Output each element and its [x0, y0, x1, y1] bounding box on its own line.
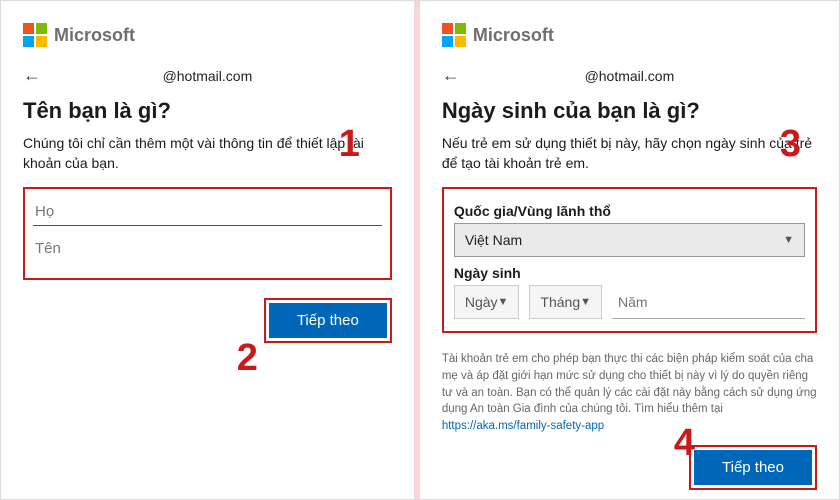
next-button-highlight: Tiếp theo	[689, 445, 817, 490]
microsoft-logo-icon	[442, 23, 466, 47]
year-input[interactable]	[612, 285, 805, 319]
chevron-down-icon: ▼	[783, 234, 794, 246]
account-email: @hotmail.com	[23, 68, 392, 84]
lastname-input[interactable]	[33, 195, 382, 226]
microsoft-logo-icon	[23, 23, 47, 47]
dob-row: Ngày ▼ Tháng ▼	[454, 285, 805, 319]
chevron-down-icon: ▼	[580, 296, 591, 308]
birthdate-panel: Microsoft ← @hotmail.com Ngày sinh của b…	[420, 1, 839, 499]
brand-text: Microsoft	[54, 25, 135, 46]
two-panel-container: Microsoft ← @hotmail.com Tên bạn là gì? …	[0, 0, 840, 500]
name-entry-panel: Microsoft ← @hotmail.com Tên bạn là gì? …	[1, 1, 414, 499]
page-title: Tên bạn là gì?	[23, 98, 392, 124]
birthdate-fields-group: Quốc gia/Vùng lãnh thổ Việt Nam ▼ Ngày s…	[442, 187, 817, 333]
nav-row: ← @hotmail.com	[23, 65, 392, 86]
name-fields-group	[23, 187, 392, 280]
brand-text: Microsoft	[473, 25, 554, 46]
dob-label: Ngày sinh	[454, 265, 805, 281]
page-title: Ngày sinh của bạn là gì?	[442, 98, 817, 124]
country-label: Quốc gia/Vùng lãnh thổ	[454, 203, 805, 219]
nav-row: ← @hotmail.com	[442, 65, 817, 86]
child-account-notice: Tài khoản trẻ em cho phép bạn thực thi c…	[442, 351, 817, 434]
next-button[interactable]: Tiếp theo	[694, 450, 812, 485]
annotation-marker-2: 2	[237, 337, 258, 380]
next-button-highlight: Tiếp theo	[264, 298, 392, 343]
page-subtitle: Nếu trẻ em sử dụng thiết bị này, hãy chọ…	[442, 134, 817, 173]
country-select[interactable]: Việt Nam ▼	[454, 223, 805, 257]
month-select[interactable]: Tháng ▼	[529, 285, 602, 319]
country-value: Việt Nam	[465, 232, 522, 248]
logo-row: Microsoft	[442, 23, 817, 47]
page-subtitle: Chúng tôi chỉ cần thêm một vài thông tin…	[23, 134, 392, 173]
firstname-input[interactable]	[33, 232, 382, 262]
day-select[interactable]: Ngày ▼	[454, 285, 520, 319]
account-email: @hotmail.com	[442, 68, 817, 84]
logo-row: Microsoft	[23, 23, 392, 47]
next-button[interactable]: Tiếp theo	[269, 303, 387, 338]
family-safety-link[interactable]: https://aka.ms/family-safety-app	[442, 420, 604, 432]
chevron-down-icon: ▼	[498, 296, 509, 308]
